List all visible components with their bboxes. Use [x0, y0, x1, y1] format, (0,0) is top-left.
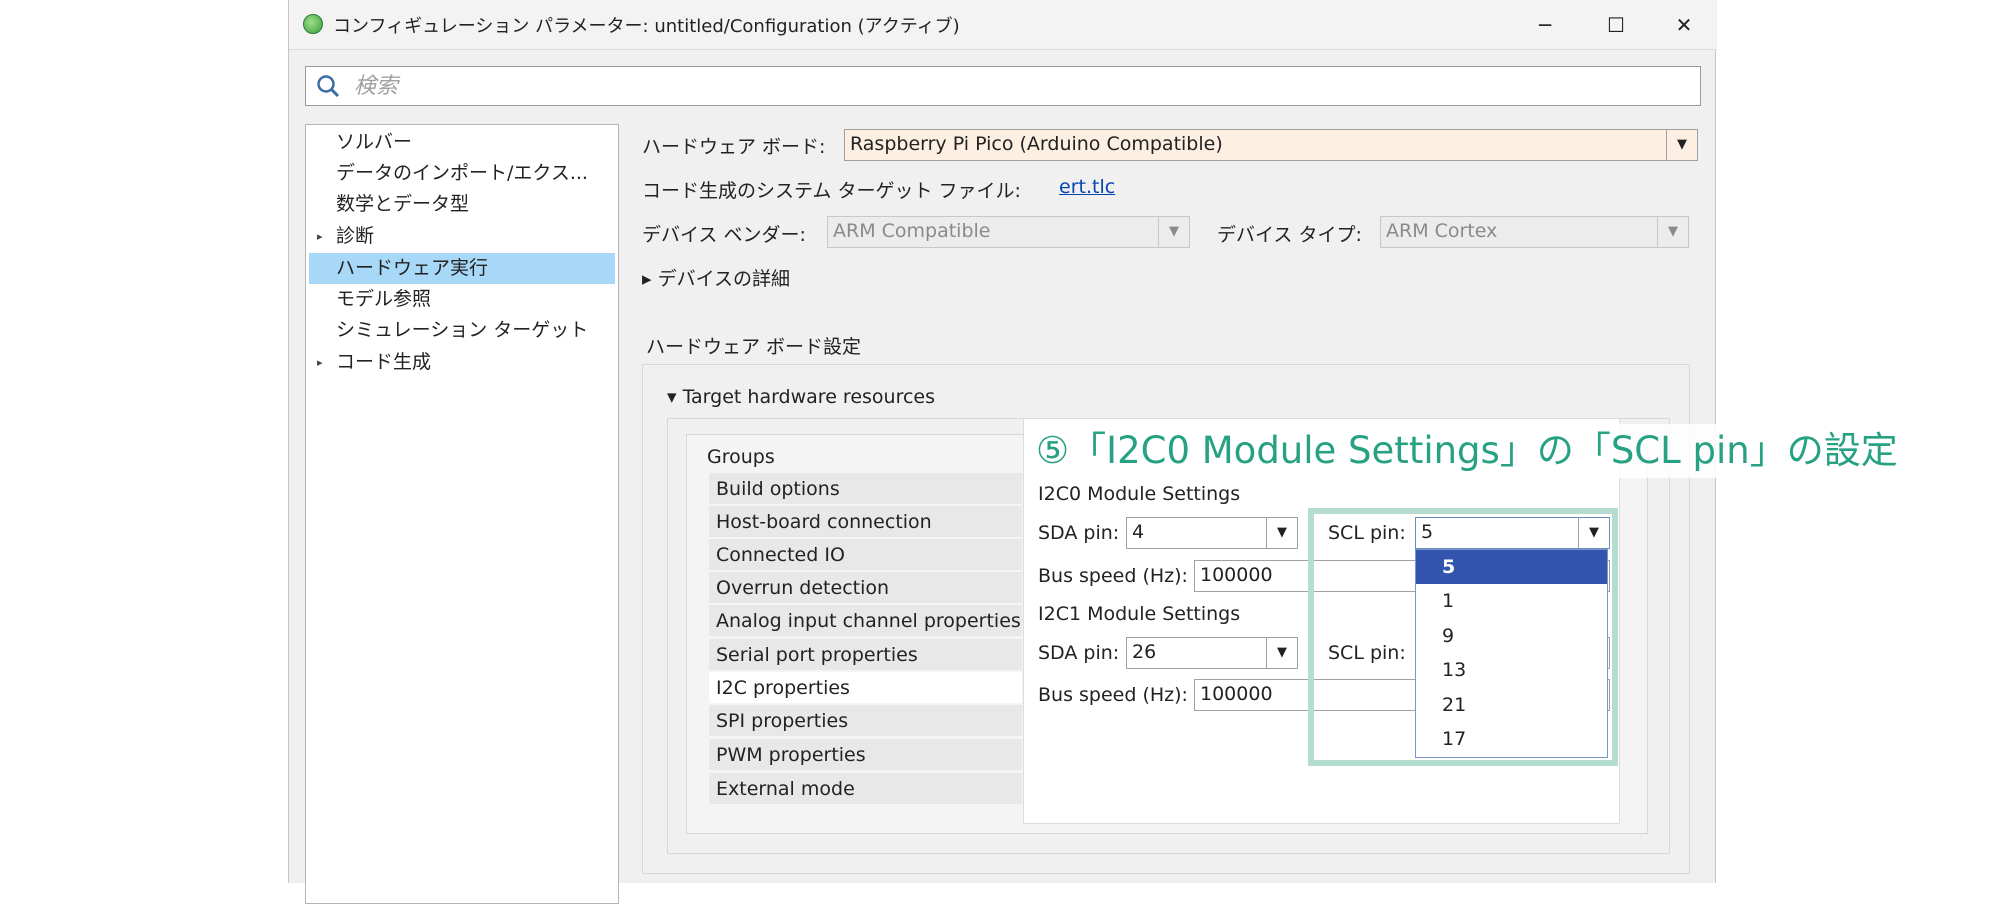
- chevron-down-icon: ▼: [1666, 130, 1697, 160]
- tree-item-hardware-implementation[interactable]: ハードウェア実行: [309, 253, 615, 284]
- device-details-toggle[interactable]: ▸ デバイスの詳細: [642, 264, 790, 291]
- groups-list: Build options Host-board connection Conn…: [709, 473, 1022, 808]
- tree-item-data-import-export[interactable]: データのインポート/エクス...: [309, 158, 615, 189]
- tree-item-math-data-types[interactable]: 数学とデータ型: [309, 189, 615, 220]
- device-type-select: ARM Cortex ▼: [1380, 216, 1689, 248]
- expand-arrow-icon[interactable]: ▸: [317, 347, 323, 378]
- device-vendor-label: デバイス ベンダー:: [642, 224, 806, 246]
- expand-arrow-icon[interactable]: ▸: [317, 221, 323, 252]
- tree-item-simulation-target[interactable]: シミュレーション ターゲット: [309, 315, 615, 346]
- i2c0-sda-select[interactable]: 4 ▼: [1126, 517, 1298, 549]
- hardware-board-label: ハードウェア ボード:: [642, 136, 826, 158]
- i2c0-heading: I2C0 Module Settings: [1038, 483, 1241, 505]
- target-file-link[interactable]: ert.tlc: [1059, 176, 1115, 198]
- device-type-label: デバイス タイプ:: [1217, 224, 1362, 246]
- i2c0-sda-label: SDA pin:: [1038, 522, 1120, 544]
- close-button[interactable]: ✕: [1654, 8, 1714, 42]
- i2c0-bus-speed-label: Bus speed (Hz):: [1038, 565, 1188, 587]
- i2c1-bus-speed-label: Bus speed (Hz):: [1038, 684, 1188, 706]
- tree-item-code-generation[interactable]: ▸ コード生成: [309, 347, 615, 378]
- board-settings-heading: ハードウェア ボード設定: [646, 336, 862, 358]
- group-item[interactable]: Overrun detection: [709, 572, 1022, 604]
- group-item[interactable]: SPI properties: [709, 705, 1022, 737]
- chevron-down-icon: ▼: [1657, 217, 1688, 247]
- matlab-app-icon: [303, 14, 323, 34]
- group-item[interactable]: PWM properties: [709, 739, 1022, 771]
- group-item[interactable]: Serial port properties: [709, 639, 1022, 671]
- chevron-down-icon: ▼: [1266, 518, 1297, 548]
- callout-highlight-box: [1308, 508, 1618, 766]
- tree-item-diagnostics[interactable]: ▸ 診断: [309, 221, 615, 252]
- tree-item-solver[interactable]: ソルバー: [309, 127, 615, 158]
- groups-heading: Groups: [707, 446, 775, 468]
- category-tree: ソルバー データのインポート/エクス... 数学とデータ型 ▸ 診断 ハードウェア…: [305, 124, 619, 904]
- group-item[interactable]: Connected IO: [709, 539, 1022, 571]
- search-box[interactable]: [305, 66, 1701, 106]
- window-title: コンフィギュレーション パラメーター: untitled/Configurati…: [333, 16, 960, 37]
- i2c1-sda-label: SDA pin:: [1038, 642, 1120, 664]
- chevron-down-icon: ▼: [1158, 217, 1189, 247]
- group-item[interactable]: Host-board connection: [709, 506, 1022, 538]
- i2c1-heading: I2C1 Module Settings: [1038, 603, 1241, 625]
- group-item-selected[interactable]: I2C properties: [709, 672, 1022, 704]
- group-item[interactable]: Analog input channel properties: [709, 605, 1022, 637]
- device-vendor-select: ARM Compatible ▼: [827, 216, 1190, 248]
- group-item[interactable]: External mode: [709, 773, 1022, 805]
- annotation-caption: ⑤「I2C0 Module Settings」の「SCL pin」の設定: [1030, 424, 1904, 478]
- hardware-board-select[interactable]: Raspberry Pi Pico (Arduino Compatible) ▼: [844, 129, 1698, 161]
- title-bar: コンフィギュレーション パラメーター: untitled/Configurati…: [289, 0, 1717, 50]
- chevron-down-icon: ▼: [1266, 638, 1297, 668]
- i2c1-sda-select[interactable]: 26 ▼: [1126, 637, 1298, 669]
- group-item[interactable]: Build options: [709, 473, 1022, 505]
- search-input[interactable]: [352, 71, 1652, 101]
- maximize-button[interactable]: ☐: [1586, 8, 1646, 42]
- target-resources-toggle[interactable]: ▾ Target hardware resources: [667, 386, 935, 408]
- tree-item-model-referencing[interactable]: モデル参照: [309, 284, 615, 315]
- target-file-label: コード生成のシステム ターゲット ファイル:: [642, 180, 1021, 202]
- minimize-button[interactable]: ─: [1515, 8, 1575, 42]
- search-icon: [317, 75, 340, 98]
